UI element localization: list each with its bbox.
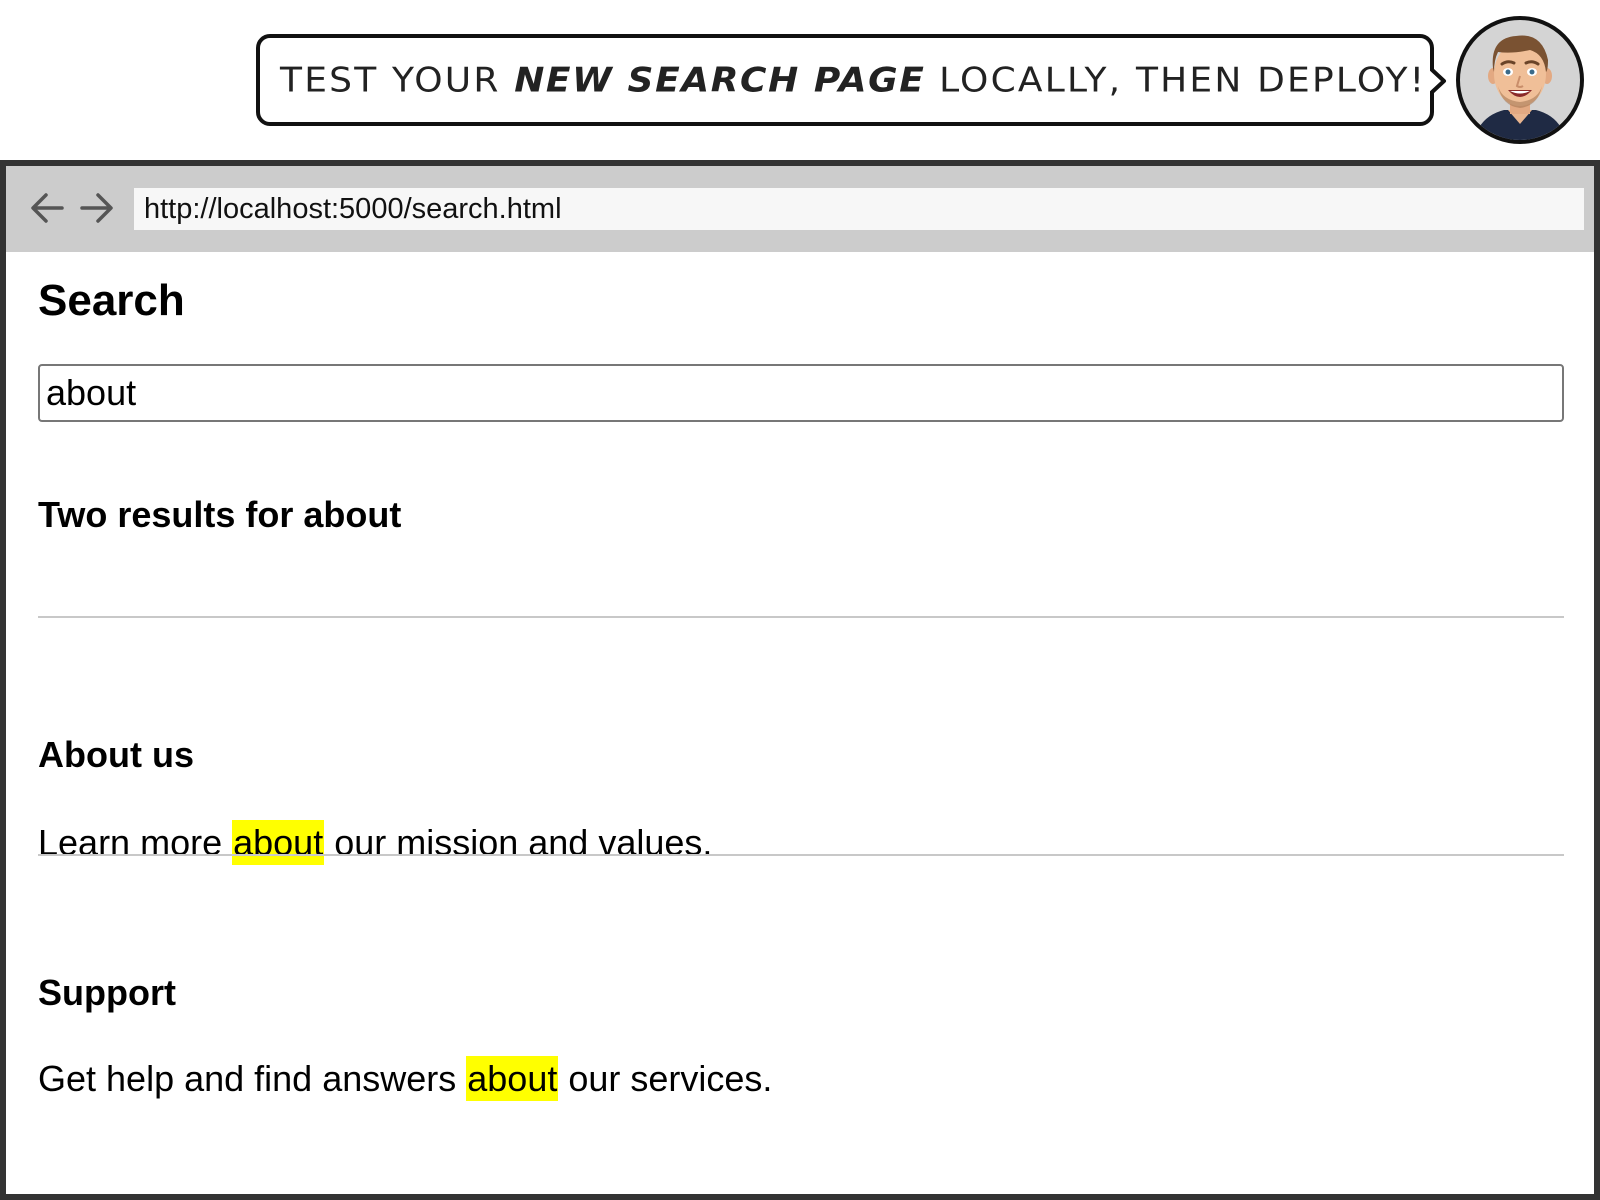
divider xyxy=(38,854,1564,856)
search-input[interactable] xyxy=(38,364,1564,422)
result-title-about-us[interactable]: About us xyxy=(38,734,194,776)
man-avatar-icon xyxy=(1456,16,1584,144)
result-snippet: Get help and find answers about our serv… xyxy=(38,1056,773,1101)
speech-text-emphasis: new search page xyxy=(514,60,926,100)
browser-window: Search Two results for about About us Le… xyxy=(0,160,1600,1200)
search-highlight: about xyxy=(466,1056,559,1101)
address-bar[interactable] xyxy=(134,188,1584,230)
arrow-left-icon[interactable] xyxy=(28,188,68,228)
arrow-right-icon[interactable] xyxy=(76,188,116,228)
speech-bubble: Test your new search page locally, then … xyxy=(256,34,1434,126)
result-snippet: Learn more about our mission and values. xyxy=(38,820,713,865)
divider xyxy=(38,616,1564,618)
results-summary: Two results for about xyxy=(38,494,402,535)
search-highlight: about xyxy=(232,820,325,865)
speech-bubble-text: Test your new search page locally, then … xyxy=(280,61,1426,100)
result-title-support[interactable]: Support xyxy=(38,972,176,1014)
browser-toolbar xyxy=(6,166,1594,252)
speech-bubble-tail xyxy=(1430,66,1446,96)
speech-text-before: Test your xyxy=(280,60,515,100)
page-title: Search xyxy=(38,276,185,325)
banner: Test your new search page locally, then … xyxy=(0,0,1600,160)
speech-text-after: locally, then deploy! xyxy=(925,60,1427,100)
